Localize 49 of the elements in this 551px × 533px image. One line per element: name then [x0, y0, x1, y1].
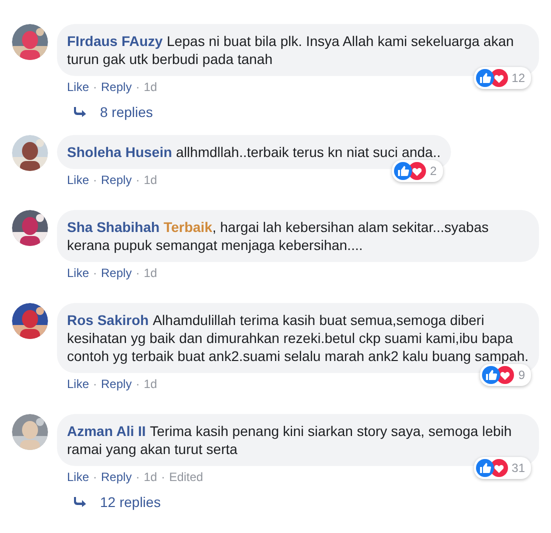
action-link[interactable]: Like: [67, 172, 90, 188]
view-replies-link[interactable]: 12 replies: [74, 493, 161, 511]
comment-text: FIrdaus FAuzy Lepas ni buat bila plk. Insya Allah kami sekeluarga akan turun gak utk berbudi pada tanah: [67, 32, 515, 68]
comment-text: Azman Ali II Terima kasih penang kini siarkan story saya, semoga lebih ramai yang akan turut serta: [67, 422, 513, 458]
action-link[interactable]: Reply: [101, 79, 132, 95]
separator-dot: ·: [134, 172, 141, 188]
separator-dot: ·: [92, 469, 98, 485]
separator-dot: ·: [92, 265, 98, 281]
comment-meta: 1d: [144, 265, 158, 281]
reply-arrow-icon: [74, 497, 86, 507]
separator-dot: ·: [92, 172, 98, 188]
reaction-count: 9: [518, 367, 525, 384]
reply-arrow-icon: [74, 107, 86, 117]
reaction-count: 12: [512, 70, 525, 87]
like-icon: [482, 366, 500, 384]
author-link[interactable]: Sholeha Husein: [67, 144, 172, 160]
comment-text: Ros Sakiroh Alhamdulillah terima kasih buat semua,semoga diberi kesihatan yg baik dan dimurahkan rezeki.betul ckp suami kami,ibu bapa contoh yg terbaik buat ank2.suami selalu marah ank2 kalu buang sampah.: [67, 311, 529, 365]
comment-text: Sha Shabihah Terbaik, hargai lah kebersihan alam sekitar...syabas kerana pupuk semangat menjaga kebersihan....: [67, 218, 490, 254]
reaction-count: 31: [512, 460, 525, 477]
separator-dot: ·: [134, 376, 141, 392]
like-icon: [476, 459, 494, 477]
comment-meta: 1d: [144, 79, 158, 95]
view-replies-link[interactable]: 8 replies: [74, 103, 153, 121]
action-link[interactable]: Like: [67, 376, 90, 392]
like-icon: [476, 69, 494, 87]
action-link[interactable]: Like: [67, 79, 90, 95]
comment-meta: 1d: [144, 172, 158, 188]
author-link[interactable]: FIrdaus FAuzy: [67, 33, 163, 49]
like-icon: [394, 162, 412, 180]
comment-meta: 1d: [144, 469, 158, 485]
author-link[interactable]: Sha Shabihah: [67, 219, 160, 235]
action-link[interactable]: Reply: [101, 172, 132, 188]
action-link[interactable]: Reply: [101, 376, 132, 392]
separator-dot: ·: [134, 469, 141, 485]
action-link[interactable]: Like: [67, 469, 90, 485]
separator-dot: ·: [92, 79, 98, 95]
comment-meta: 1d: [144, 376, 158, 392]
separator-dot: ·: [134, 79, 141, 95]
separator-dot: ·: [134, 265, 141, 281]
author-link[interactable]: Ros Sakiroh: [67, 312, 149, 328]
separator-dot: ·: [92, 376, 98, 392]
action-link[interactable]: Like: [67, 265, 90, 281]
author-link[interactable]: Azman Ali II: [67, 423, 146, 439]
action-link[interactable]: Reply: [101, 265, 132, 281]
separator-dot: ·: [160, 469, 166, 485]
action-link[interactable]: Reply: [101, 469, 132, 485]
reaction-count: 2: [430, 163, 437, 180]
comment-text: Sholeha Husein allhmdllah..terbaik terus kn niat suci anda..: [67, 143, 441, 161]
comment-meta: Edited: [169, 469, 204, 485]
